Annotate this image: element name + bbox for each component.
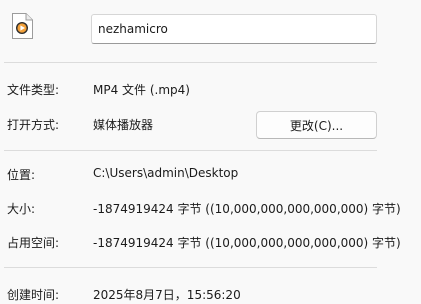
created-label: 创建时间: xyxy=(7,288,60,302)
divider xyxy=(4,62,377,63)
change-app-button[interactable]: 更改(C)... xyxy=(256,111,377,139)
file-type-icon xyxy=(11,13,33,39)
opens-with-value: 媒体播放器 xyxy=(93,118,154,132)
file-type-value: MP4 文件 (.mp4) xyxy=(93,83,190,97)
file-type-label: 文件类型: xyxy=(7,83,60,97)
file-name-input[interactable] xyxy=(91,14,377,44)
opens-with-label: 打开方式: xyxy=(7,118,60,132)
divider xyxy=(4,150,377,151)
created-value: 2025年8月7日，15:56:20 xyxy=(93,288,241,302)
size-on-disk-value: -1874919424 字节 ((10,000,000,000,000,000)… xyxy=(93,236,401,250)
location-label: 位置: xyxy=(7,168,36,182)
size-value: -1874919424 字节 ((10,000,000,000,000,000)… xyxy=(93,202,401,216)
size-label: 大小: xyxy=(7,202,36,216)
location-value: C:\Users\admin\Desktop xyxy=(93,166,239,180)
size-on-disk-label: 占用空间: xyxy=(7,236,60,250)
divider xyxy=(4,267,377,268)
